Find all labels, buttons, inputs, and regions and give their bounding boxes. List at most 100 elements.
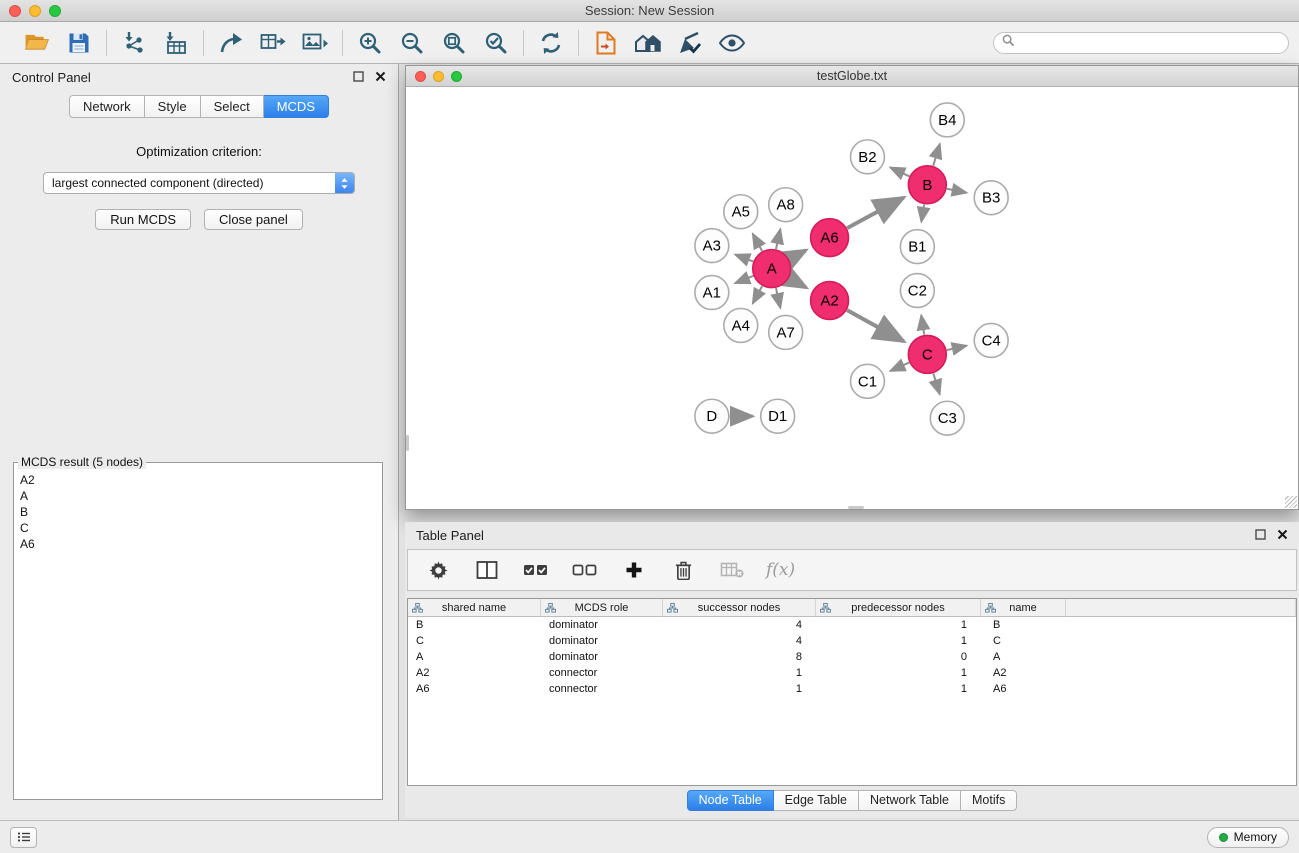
- tab-motifs[interactable]: Motifs: [961, 790, 1017, 811]
- zoom-selected-icon[interactable]: [481, 28, 511, 58]
- task-history-button[interactable]: [10, 827, 37, 848]
- export-network-icon[interactable]: [216, 28, 246, 58]
- select-all-icon[interactable]: [521, 555, 551, 585]
- column-header-name[interactable]: name: [981, 599, 1066, 617]
- graph-edge-A2-C[interactable]: [847, 310, 904, 341]
- table-cell[interactable]: 1: [816, 633, 981, 649]
- table-row[interactable]: Adominator80A: [408, 649, 1296, 665]
- mcds-result-item[interactable]: B: [20, 504, 376, 520]
- zoom-window-icon[interactable]: [49, 5, 61, 17]
- table-row[interactable]: Cdominator41C: [408, 633, 1296, 649]
- folder-open-icon[interactable]: [22, 28, 52, 58]
- table-cell[interactable]: A2: [408, 665, 541, 681]
- criterion-dropdown[interactable]: largest connected component (directed): [43, 172, 355, 194]
- graph-edge-A-A2[interactable]: [789, 278, 806, 287]
- network-close-icon[interactable]: [415, 71, 426, 82]
- network-zoom-icon[interactable]: [451, 71, 462, 82]
- run-mcds-button[interactable]: Run MCDS: [95, 209, 191, 230]
- split-columns-icon[interactable]: [472, 555, 502, 585]
- column-header-shared-name[interactable]: shared name: [408, 599, 541, 617]
- mcds-result-item[interactable]: A2: [20, 472, 376, 488]
- column-header-successor-nodes[interactable]: successor nodes: [663, 599, 816, 617]
- graph-edge-C-C2[interactable]: [921, 315, 924, 334]
- zoom-fit-icon[interactable]: [439, 28, 469, 58]
- mcds-result-item[interactable]: A6: [20, 536, 376, 552]
- table-cell[interactable]: B: [408, 617, 541, 633]
- table-cell[interactable]: C: [408, 633, 541, 649]
- table-cell[interactable]: 1: [663, 665, 816, 681]
- table-cell[interactable]: A: [981, 649, 1066, 665]
- tab-select[interactable]: Select: [201, 95, 264, 118]
- graph-edge-A-A8[interactable]: [776, 229, 780, 249]
- import-network-icon[interactable]: [119, 28, 149, 58]
- close-panel-button[interactable]: Close panel: [204, 209, 303, 230]
- memory-button[interactable]: Memory: [1207, 827, 1289, 848]
- column-header-mcds-role[interactable]: MCDS role: [541, 599, 663, 617]
- mcds-result-item[interactable]: A: [20, 488, 376, 504]
- graph-edge-C-C1[interactable]: [890, 363, 909, 371]
- open-session-icon[interactable]: [591, 28, 621, 58]
- table-row[interactable]: A2connector11A2: [408, 665, 1296, 681]
- export-image-icon[interactable]: [300, 28, 330, 58]
- table-cell[interactable]: 1: [663, 681, 816, 697]
- graph-edge-B-B4[interactable]: [933, 144, 940, 166]
- zoom-in-icon[interactable]: [355, 28, 385, 58]
- table-cell[interactable]: A: [408, 649, 541, 665]
- import-table-icon[interactable]: [161, 28, 191, 58]
- close-table-panel-icon[interactable]: [1277, 528, 1288, 543]
- graph-edge-A-A5[interactable]: [753, 234, 762, 251]
- table-cell[interactable]: 0: [816, 649, 981, 665]
- graph-edge-A-A6[interactable]: [789, 250, 806, 259]
- deselect-all-icon[interactable]: [570, 555, 600, 585]
- graph-edge-B-B3[interactable]: [947, 189, 967, 193]
- table-row[interactable]: A6connector11A6: [408, 681, 1296, 697]
- float-panel-icon[interactable]: [353, 70, 364, 85]
- graph-edge-B-B1[interactable]: [921, 204, 924, 222]
- tab-style[interactable]: Style: [145, 95, 201, 118]
- gear-icon[interactable]: [423, 555, 453, 585]
- search-box[interactable]: [993, 32, 1289, 54]
- table-cell[interactable]: 4: [663, 617, 816, 633]
- vertical-scrollbar-thumb[interactable]: [406, 435, 409, 451]
- table-cell[interactable]: B: [981, 617, 1066, 633]
- refresh-icon[interactable]: [536, 28, 566, 58]
- table-cell[interactable]: dominator: [541, 649, 663, 665]
- mcds-result-item[interactable]: C: [20, 520, 376, 536]
- resize-grip-icon[interactable]: [1285, 496, 1297, 508]
- table-cell[interactable]: 1: [816, 665, 981, 681]
- table-cell[interactable]: A6: [981, 681, 1066, 697]
- table-cell[interactable]: dominator: [541, 633, 663, 649]
- export-table-icon[interactable]: [258, 28, 288, 58]
- horizontal-scrollbar-thumb[interactable]: [848, 506, 864, 509]
- table-cell[interactable]: 4: [663, 633, 816, 649]
- tab-node-table[interactable]: Node Table: [687, 790, 774, 811]
- graph-edge-A-A1[interactable]: [735, 276, 753, 283]
- table-cell[interactable]: C: [981, 633, 1066, 649]
- table-cell[interactable]: connector: [541, 681, 663, 697]
- table-cell[interactable]: 8: [663, 649, 816, 665]
- table-cell[interactable]: connector: [541, 665, 663, 681]
- float-table-panel-icon[interactable]: [1255, 528, 1266, 543]
- table-row[interactable]: Bdominator41B: [408, 617, 1296, 633]
- network-graph[interactable]: B4B2BB3A5A8A6B1A3AC2A1A2A4A7C4CC1C3DD1: [406, 87, 1298, 509]
- table-cell[interactable]: A6: [408, 681, 541, 697]
- delete-row-icon[interactable]: [668, 555, 698, 585]
- graph-edge-C-C4[interactable]: [947, 346, 967, 350]
- add-row-icon[interactable]: [619, 555, 649, 585]
- minimize-window-icon[interactable]: [29, 5, 41, 17]
- home-icon[interactable]: [633, 28, 663, 58]
- tab-network[interactable]: Network: [69, 95, 145, 118]
- tab-mcds[interactable]: MCDS: [264, 95, 329, 118]
- fx-function-builder[interactable]: f(x): [766, 560, 795, 580]
- graph-edge-A-A7[interactable]: [776, 288, 780, 308]
- graph-edge-A-A4[interactable]: [753, 286, 762, 303]
- graph-edge-A6-B[interactable]: [847, 198, 904, 229]
- table-cell[interactable]: A2: [981, 665, 1066, 681]
- close-window-icon[interactable]: [9, 5, 21, 17]
- graph-edge-A-A3[interactable]: [735, 255, 753, 262]
- table-cell[interactable]: dominator: [541, 617, 663, 633]
- tab-edge-table[interactable]: Edge Table: [774, 790, 859, 811]
- zoom-out-icon[interactable]: [397, 28, 427, 58]
- save-icon[interactable]: [64, 28, 94, 58]
- apply-style-icon[interactable]: [675, 28, 705, 58]
